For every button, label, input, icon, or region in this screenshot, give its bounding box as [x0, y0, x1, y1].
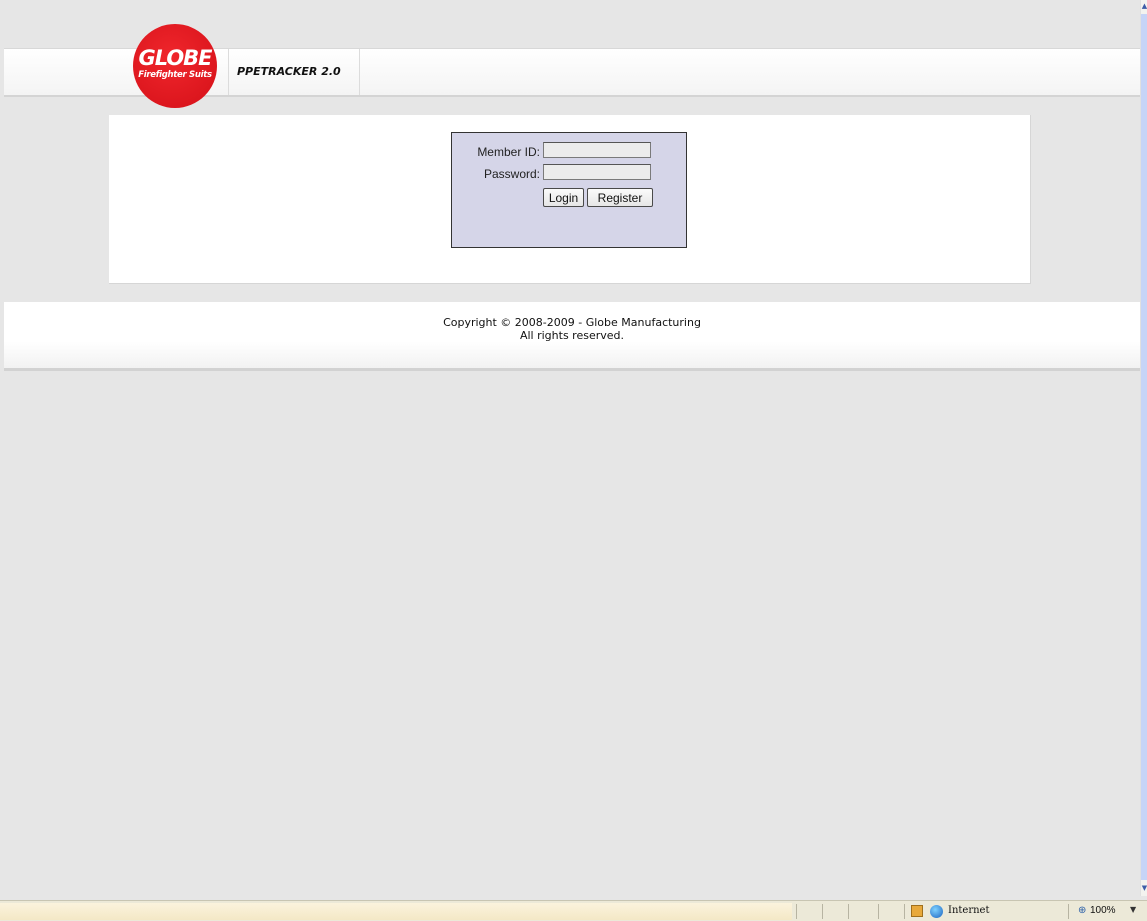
scroll-down-icon[interactable]: ▼ [1141, 882, 1147, 894]
dropdown-arrow-icon[interactable]: ▼ [1130, 905, 1136, 914]
status-divider [848, 904, 849, 919]
logo-wordmark: GLOBE [138, 46, 212, 70]
content-panel: Member ID: Password: Login Register [109, 115, 1031, 284]
browser-viewport: PPETRACKER 2.0 GLOBE Firefighter Suits M… [0, 0, 1147, 921]
app-title-cell: PPETRACKER 2.0 [228, 49, 360, 95]
internet-globe-icon [930, 905, 943, 918]
logo-tagline: Firefighter Suits [138, 70, 212, 80]
status-divider [904, 904, 905, 919]
member-id-label: Member ID: [477, 145, 540, 159]
login-button[interactable]: Login [543, 188, 584, 207]
scroll-thumb[interactable] [1141, 14, 1147, 880]
zoom-level[interactable]: 100% [1090, 905, 1116, 916]
globe-logo: GLOBE Firefighter Suits [133, 24, 217, 108]
password-row: Password: [452, 164, 686, 184]
status-progress-area [0, 903, 792, 920]
zoom-icon[interactable]: ⊕ [1078, 906, 1088, 916]
status-divider [1068, 904, 1069, 919]
vertical-scrollbar[interactable]: ▲ ▼ [1140, 0, 1147, 896]
password-input[interactable] [543, 164, 651, 180]
status-divider [822, 904, 823, 919]
login-form: Member ID: Password: Login Register [451, 132, 687, 248]
security-zone-icon[interactable] [911, 905, 923, 917]
rights-text: All rights reserved. [519, 329, 625, 342]
copyright-text: Copyright © 2008-2009 - Globe Manufactur… [443, 316, 701, 329]
register-button[interactable]: Register [587, 188, 653, 207]
status-divider [878, 904, 879, 919]
app-title: PPETRACKER 2.0 [237, 65, 341, 78]
member-id-input[interactable] [543, 142, 651, 158]
password-label: Password: [483, 167, 540, 181]
scroll-up-icon[interactable]: ▲ [1141, 0, 1147, 12]
zone-label: Internet [948, 905, 990, 916]
footer: Copyright © 2008-2009 - Globe Manufactur… [4, 302, 1140, 371]
status-divider [796, 904, 797, 919]
member-id-row: Member ID: [452, 142, 686, 162]
page-content: PPETRACKER 2.0 GLOBE Firefighter Suits M… [4, 4, 1140, 894]
status-bar: Internet ⊕ 100% ▼ [0, 900, 1147, 921]
